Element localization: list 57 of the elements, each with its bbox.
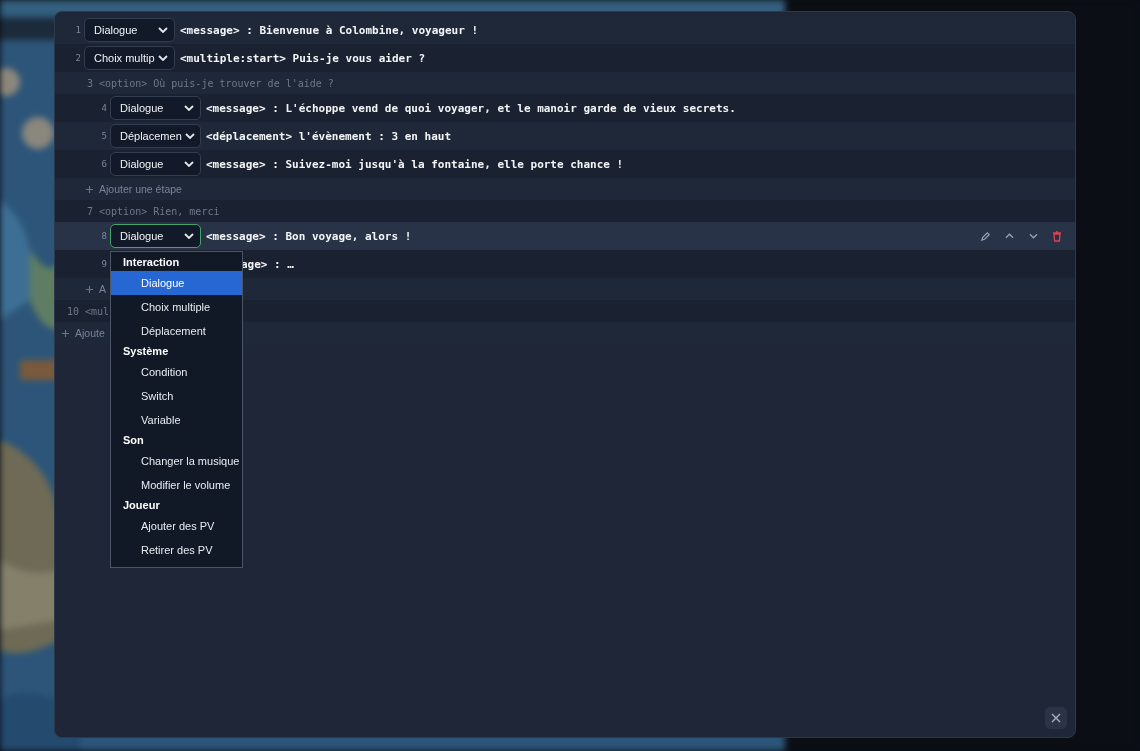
menu-group-label: Interaction [122, 255, 181, 270]
step-type-select[interactable]: Déplacemen [110, 124, 201, 148]
step-text: <message> : Bienvenue à Colombine, voyageur ! [180, 23, 478, 37]
trash-icon [1052, 230, 1062, 242]
menu-item[interactable]: Condition [111, 360, 242, 384]
line-number: 9 [100, 259, 107, 269]
step-text: <multiple:start> Puis-je vous aider ? [180, 51, 426, 65]
add-step-button[interactable]: Ajouter une étape [83, 183, 184, 195]
chevron-down-icon [1028, 233, 1038, 239]
line-number: 6 [100, 159, 107, 169]
line-number: 3 [87, 77, 94, 89]
pencil-icon [979, 230, 991, 242]
step-type-select[interactable]: Dialogue [110, 152, 201, 176]
menu-item[interactable]: Choix multiple [111, 295, 242, 319]
line-number: 5 [100, 131, 107, 141]
step-type-select[interactable]: Dialogue [110, 96, 201, 120]
add-step-button[interactable]: Ajoute [59, 327, 107, 339]
caret-icon [158, 55, 168, 61]
option-label: <option> Où puis-je trouver de l'aide ? [99, 77, 334, 89]
menu-group-label: Système [122, 344, 170, 359]
step-text: <message> : Bon voyage, alors ! [206, 229, 412, 243]
line-number: 2 [74, 53, 81, 63]
menu-item[interactable]: Ajouter des PV [111, 514, 242, 538]
caret-icon [184, 161, 194, 167]
option-label: <mul [85, 305, 110, 317]
line-number: 7 [87, 205, 94, 217]
close-icon [1051, 713, 1061, 723]
line-number: 4 [100, 103, 107, 113]
menu-item[interactable]: Switch [111, 384, 242, 408]
caret-icon [184, 105, 194, 111]
step-type-select[interactable]: Choix multip [84, 46, 175, 70]
line-number: 10 [67, 305, 80, 317]
step-text: <déplacement> l'évènement : 3 en haut [206, 129, 452, 143]
menu-item[interactable]: Modifier le volume [111, 473, 242, 497]
plus-icon [85, 184, 94, 194]
step-text: <message> : Suivez-moi jusqu'à la fontaine, elle porte chance ! [206, 157, 624, 171]
option-label: <option> Rien, merci [99, 205, 220, 217]
menu-item[interactable]: Variable [111, 408, 242, 432]
menu-item[interactable]: Déplacement [111, 319, 242, 343]
plus-icon [61, 328, 70, 338]
menu-item[interactable]: Retirer des PV [111, 538, 242, 562]
chevron-up-icon [1004, 233, 1014, 239]
line-number: 8 [100, 231, 107, 241]
menu-group-label: Son [122, 433, 145, 448]
caret-icon [184, 133, 195, 139]
step-type-select[interactable]: Dialogue [84, 18, 175, 42]
step-type-select[interactable]: Dialogue [110, 224, 201, 248]
line-number: 1 [74, 25, 81, 35]
menu-item[interactable]: Dialogue [111, 271, 242, 295]
menu-group-label: Joueur [122, 498, 161, 513]
plus-icon [85, 284, 94, 294]
add-step-button[interactable]: A [83, 283, 108, 295]
caret-icon [158, 27, 168, 33]
caret-icon [184, 233, 194, 239]
menu-item[interactable]: Changer la musique [111, 449, 242, 473]
close-button[interactable] [1045, 707, 1067, 729]
step-text: <message> : L'échoppe vend de quoi voyager, et le manoir garde de vieux secrets. [206, 101, 736, 115]
